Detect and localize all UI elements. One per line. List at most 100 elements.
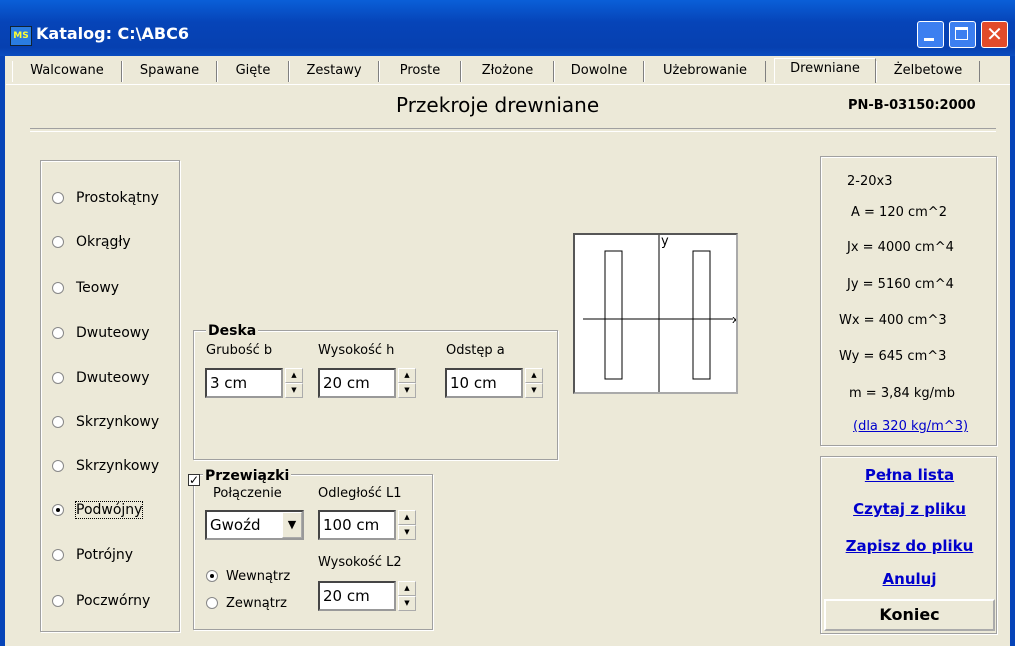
section-drawing: y x: [583, 234, 739, 392]
full-list-button[interactable]: Pełna lista: [821, 466, 998, 484]
header-separator: [30, 128, 996, 132]
spin-up-icon[interactable]: ▲: [285, 368, 303, 383]
close-icon: ✕: [986, 22, 1003, 46]
prop-jy: Jy = 5160 cm^4: [847, 277, 954, 292]
radio-label: Podwójny: [74, 501, 144, 519]
tab-zelbetowe[interactable]: Żelbetowe: [876, 61, 980, 82]
odleglosc-input[interactable]: 100 cm: [318, 510, 396, 540]
radio-poczworny[interactable]: Poczwórny: [52, 591, 150, 611]
przewiazki-checkbox[interactable]: ✓: [188, 474, 200, 486]
section-preview: y x: [573, 233, 739, 394]
read-file-button[interactable]: Czytaj z pliku: [821, 500, 998, 518]
norm-label: PN-B-03150:2000: [848, 98, 976, 113]
spin-down-icon[interactable]: ▼: [285, 383, 303, 398]
radio-podwojny[interactable]: Podwójny: [52, 500, 144, 520]
prop-mass: m = 3,84 kg/mb: [849, 386, 955, 401]
tab-walcowane[interactable]: Walcowane: [12, 61, 122, 82]
chevron-down-icon[interactable]: ▼: [282, 512, 302, 538]
radio-label: Okrągły: [76, 234, 131, 250]
prop-area: A = 120 cm^2: [851, 205, 947, 220]
radio-label: Zewnątrz: [226, 595, 288, 611]
radio-skrzynkowy-1[interactable]: Skrzynkowy: [52, 412, 159, 432]
wysokosc-input[interactable]: 20 cm: [318, 368, 396, 398]
tab-spawane[interactable]: Spawane: [122, 61, 217, 82]
radio-label: Skrzynkowy: [76, 458, 160, 474]
grubosc-label: Grubość b: [206, 343, 273, 358]
odstep-stepper[interactable]: 10 cm ▲ ▼: [445, 368, 543, 398]
y-axis-label: y: [661, 235, 669, 249]
close-button[interactable]: ✕: [981, 21, 1008, 48]
actions-panel: Pełna lista Czytaj z pliku Zapisz do pli…: [820, 456, 997, 634]
density-link[interactable]: (dla 320 kg/m^3): [853, 419, 968, 434]
prop-wx: Wx = 400 cm^3: [839, 313, 947, 328]
radio-skrzynkowy-2[interactable]: Skrzynkowy: [52, 456, 159, 476]
radio-icon: [206, 597, 218, 609]
radio-wewnatrz[interactable]: Wewnątrz: [206, 566, 290, 586]
save-file-button[interactable]: Zapisz do pliku: [821, 537, 998, 555]
spin-down-icon[interactable]: ▼: [398, 596, 416, 611]
spin-down-icon[interactable]: ▼: [398, 525, 416, 540]
end-button[interactable]: Koniec: [824, 599, 995, 631]
radio-label: Dwuteowy: [76, 370, 150, 386]
tab-proste[interactable]: Proste: [379, 61, 461, 82]
board-left: [604, 250, 623, 380]
spin-up-icon[interactable]: ▲: [398, 581, 416, 596]
radio-potrojny[interactable]: Potrójny: [52, 545, 133, 565]
radio-label: Potrójny: [76, 547, 134, 563]
radio-selected-icon: [52, 504, 64, 516]
radio-label: Dwuteowy: [76, 325, 150, 341]
radio-label: Wewnątrz: [226, 568, 291, 584]
minimize-button[interactable]: [917, 21, 944, 48]
grubosc-input[interactable]: 3 cm: [205, 368, 283, 398]
deska-title: Deska: [206, 323, 259, 339]
polaczenie-select[interactable]: Gwoźd ▼: [205, 510, 304, 540]
radio-icon: [52, 282, 64, 294]
radio-selected-icon: [206, 570, 218, 582]
odleglosc-stepper[interactable]: 100 cm ▲ ▼: [318, 510, 416, 540]
spin-up-icon[interactable]: ▲: [398, 510, 416, 525]
section-name: 2-20x3: [847, 174, 893, 189]
spin-up-icon[interactable]: ▲: [525, 368, 543, 383]
polaczenie-label: Połączenie: [213, 486, 282, 501]
tab-divider: [6, 84, 1010, 85]
odleglosc-label: Odległość L1: [318, 486, 402, 501]
radio-prostokatny[interactable]: Prostokątny: [52, 188, 159, 208]
tab-bar: Walcowane Spawane Gięte Zestawy Proste Z…: [6, 58, 1014, 84]
wysokosc-l2-label: Wysokość L2: [318, 555, 402, 570]
wysokosc-l2-input[interactable]: 20 cm: [318, 581, 396, 611]
radio-icon: [52, 416, 64, 428]
maximize-button[interactable]: [949, 21, 976, 48]
tab-giete[interactable]: Gięte: [217, 61, 289, 82]
spin-down-icon[interactable]: ▼: [398, 383, 416, 398]
radio-label: Skrzynkowy: [76, 414, 160, 430]
cancel-button[interactable]: Anuluj: [821, 570, 998, 588]
polaczenie-value: Gwoźd: [210, 516, 261, 534]
radio-okragly[interactable]: Okrągły: [52, 232, 131, 252]
x-axis-label: x: [732, 313, 736, 326]
radio-label: Poczwórny: [76, 593, 151, 609]
tab-drewniane[interactable]: Drewniane: [774, 58, 876, 83]
radio-dwuteowy-2[interactable]: Dwuteowy: [52, 368, 150, 388]
wysokosc-stepper[interactable]: 20 cm ▲ ▼: [318, 368, 416, 398]
grubosc-stepper[interactable]: 3 cm ▲ ▼: [205, 368, 303, 398]
radio-icon: [52, 595, 64, 607]
radio-zewnatrz[interactable]: Zewnątrz: [206, 593, 287, 613]
tab-zlozone[interactable]: Złożone: [461, 61, 554, 82]
tab-uzebrowanie[interactable]: Użebrowanie: [644, 61, 766, 82]
title-bar: MS Katalog: C:\ABC6 ✕: [0, 0, 1015, 56]
radio-icon: [52, 327, 64, 339]
spin-up-icon[interactable]: ▲: [398, 368, 416, 383]
properties-panel: 2-20x3 A = 120 cm^2 Jx = 4000 cm^4 Jy = …: [820, 156, 997, 446]
spin-down-icon[interactable]: ▼: [525, 383, 543, 398]
prop-wy: Wy = 645 cm^3: [839, 349, 947, 364]
odstep-label: Odstęp a: [446, 343, 505, 358]
prop-jx: Jx = 4000 cm^4: [847, 240, 954, 255]
tab-dowolne[interactable]: Dowolne: [554, 61, 644, 82]
wysokosc-l2-stepper[interactable]: 20 cm ▲ ▼: [318, 581, 416, 611]
tab-zestawy[interactable]: Zestawy: [289, 61, 379, 82]
radio-teowy[interactable]: Teowy: [52, 278, 119, 298]
app-icon: MS: [10, 26, 32, 46]
radio-icon: [52, 549, 64, 561]
radio-dwuteowy-1[interactable]: Dwuteowy: [52, 323, 150, 343]
odstep-input[interactable]: 10 cm: [445, 368, 523, 398]
